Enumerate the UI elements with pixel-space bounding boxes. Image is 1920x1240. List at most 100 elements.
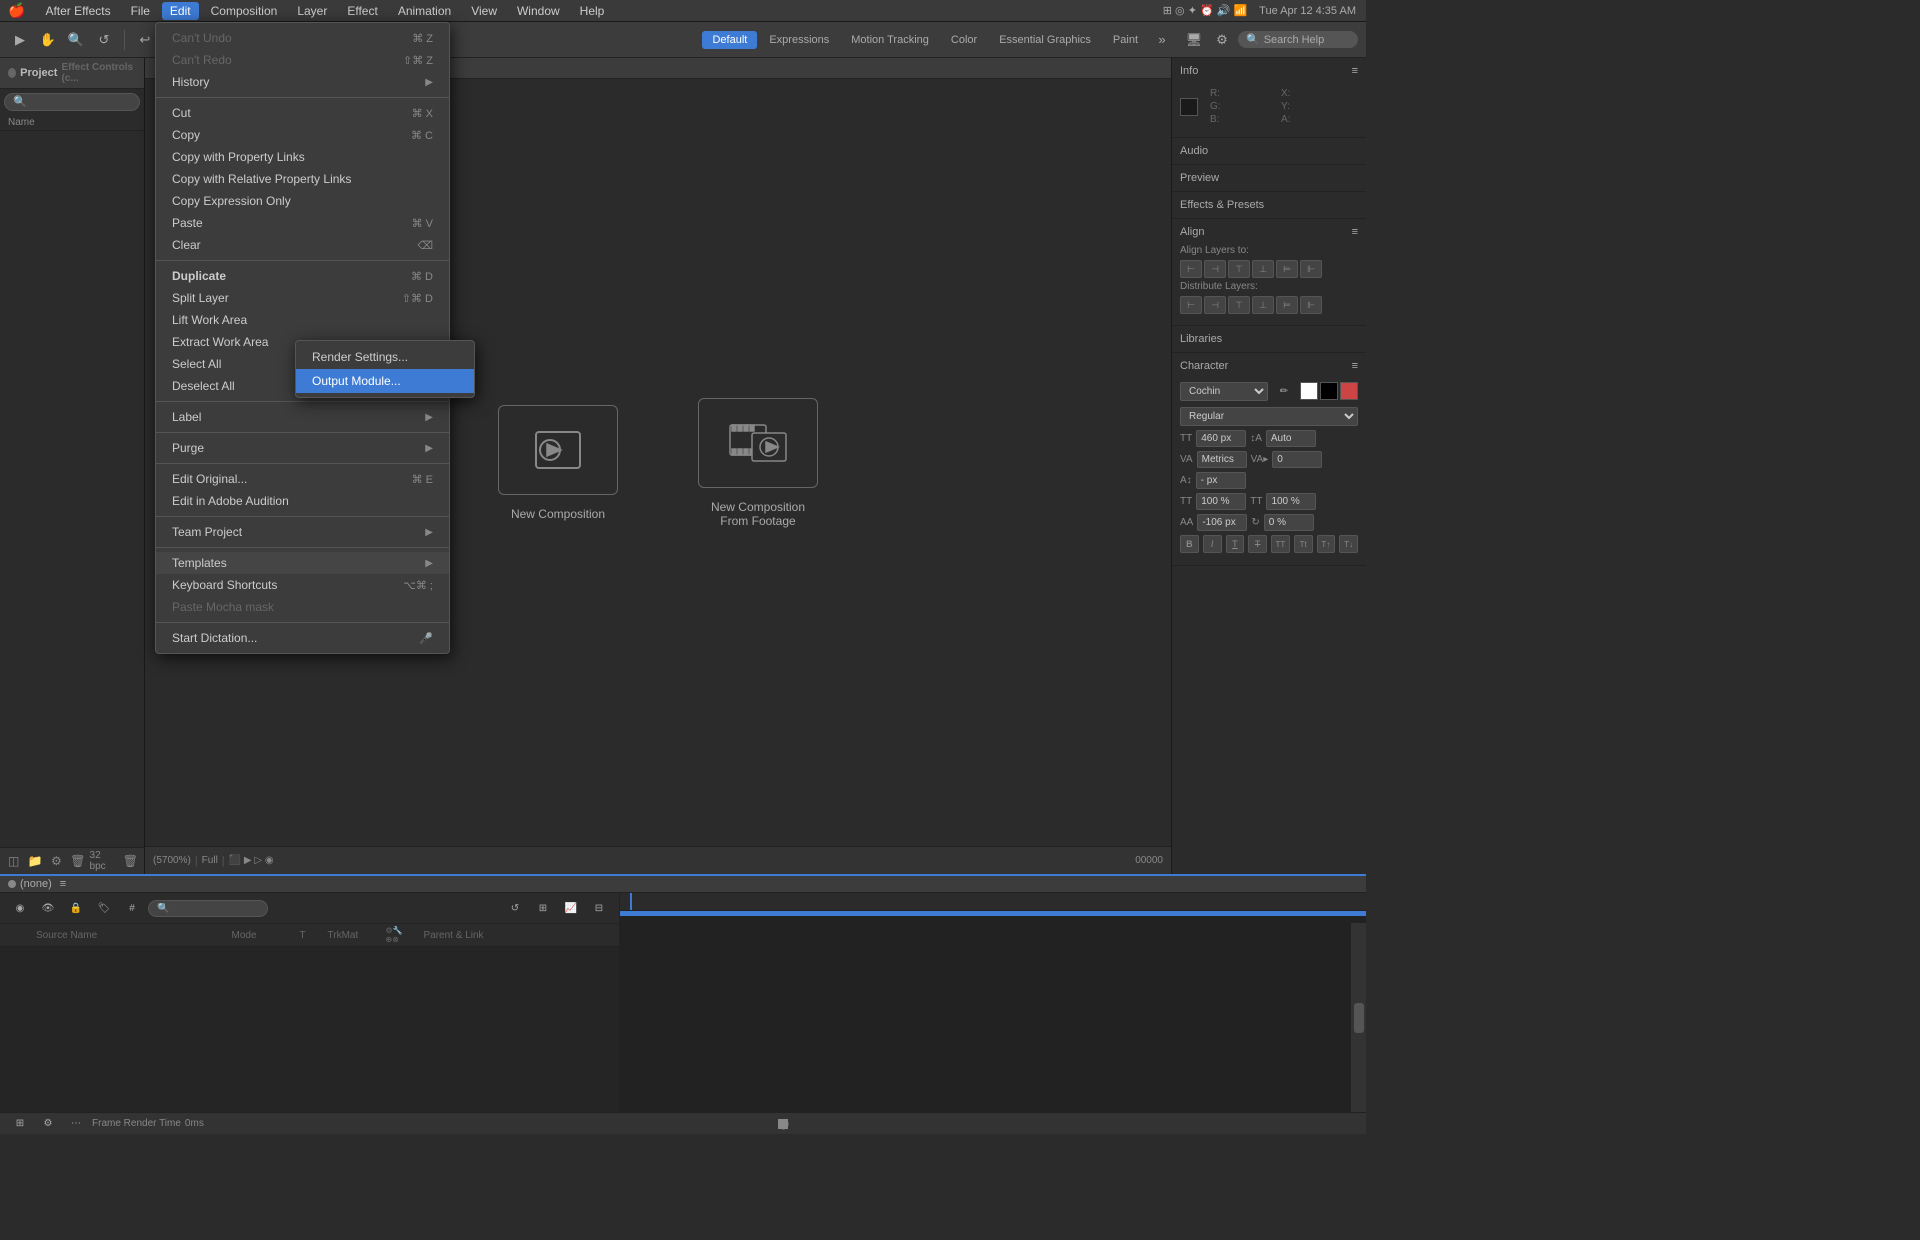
columns-icon[interactable]: ⊟ — [587, 896, 611, 920]
kerning-input[interactable] — [1197, 451, 1247, 468]
menu-templates[interactable]: Templates ▶ — [156, 552, 449, 574]
underline-btn[interactable]: T — [1226, 535, 1245, 553]
caps-btn[interactable]: TT — [1271, 535, 1290, 553]
dist-right-btn[interactable]: ⊤ — [1228, 296, 1250, 314]
undo-btn[interactable]: ↩ — [133, 28, 157, 52]
character-menu-icon[interactable]: ≡ — [1352, 360, 1358, 372]
project-trash-btn[interactable]: 🗑 — [121, 851, 140, 871]
menu-layer[interactable]: Layer — [289, 2, 335, 20]
dist-bottom-btn[interactable]: ⊩ — [1300, 296, 1322, 314]
tracking-input[interactable] — [1272, 451, 1322, 468]
font-size-input[interactable] — [1196, 430, 1246, 447]
settings2-icon[interactable]: ⚙ — [36, 1112, 60, 1136]
offset-input[interactable] — [1197, 514, 1247, 531]
effects-presets-header[interactable]: Effects & Presets — [1172, 196, 1366, 214]
strikethrough-btn[interactable]: T — [1248, 535, 1267, 553]
timeline-playhead[interactable] — [630, 893, 632, 910]
align-center-v-btn[interactable]: ⊨ — [1276, 260, 1298, 278]
menu-cut[interactable]: Cut ⌘ X — [156, 102, 449, 124]
menu-edit-original[interactable]: Edit Original... ⌘ E — [156, 468, 449, 490]
italic-btn[interactable]: I — [1203, 535, 1222, 553]
dist-center-v-btn[interactable]: ⊨ — [1276, 296, 1298, 314]
color-swatch[interactable] — [1180, 98, 1198, 116]
solo-icon[interactable]: ◉ — [8, 896, 32, 920]
project-folder-btn[interactable]: 📁 — [25, 851, 44, 871]
workspace-expressions[interactable]: Expressions — [759, 31, 839, 49]
dist-top-btn[interactable]: ⊥ — [1252, 296, 1274, 314]
arrow-tool-btn[interactable]: ▶ — [8, 28, 32, 52]
menu-edit-audition[interactable]: Edit in Adobe Audition — [156, 490, 449, 512]
workspace-default[interactable]: Default — [702, 31, 757, 49]
align-top-btn[interactable]: ⊥ — [1252, 260, 1274, 278]
accent-color-box[interactable] — [1340, 382, 1358, 400]
menu-copy-relative-property-links[interactable]: Copy with Relative Property Links — [156, 168, 449, 190]
menu-composition[interactable]: Composition — [203, 2, 286, 20]
dist-center-h-btn[interactable]: ⊣ — [1204, 296, 1226, 314]
menu-clear[interactable]: Clear ⌫ — [156, 234, 449, 256]
search-bar[interactable]: 🔍 Search Help — [1238, 31, 1358, 48]
menu-copy-expression-only[interactable]: Copy Expression Only — [156, 190, 449, 212]
workspace-motion-tracking[interactable]: Motion Tracking — [841, 31, 939, 49]
timeline-search-input[interactable] — [148, 900, 268, 917]
new-comp-from-footage-card[interactable]: New CompositionFrom Footage — [698, 398, 818, 528]
render-settings-item[interactable]: Render Settings... — [296, 345, 474, 369]
hand-tool-btn[interactable]: ✋ — [36, 28, 60, 52]
timeline-close-btn[interactable] — [8, 880, 16, 888]
menu-team-project[interactable]: Team Project ▶ — [156, 521, 449, 543]
small-caps-btn[interactable]: Tt — [1294, 535, 1313, 553]
menu-copy-property-links[interactable]: Copy with Property Links — [156, 146, 449, 168]
menu-paste[interactable]: Paste ⌘ V — [156, 212, 449, 234]
align-right-btn[interactable]: ⊤ — [1228, 260, 1250, 278]
shy-icon[interactable]: 👁 — [36, 896, 60, 920]
bold-btn[interactable]: B — [1180, 535, 1199, 553]
menu-copy[interactable]: Copy ⌘ C — [156, 124, 449, 146]
dist-left-btn[interactable]: ⊢ — [1180, 296, 1202, 314]
align-header[interactable]: Align ≡ — [1172, 223, 1366, 241]
rotate-input[interactable] — [1264, 514, 1314, 531]
resolution-select[interactable]: Full — [202, 855, 218, 866]
workspace-paint[interactable]: Paint — [1103, 31, 1148, 49]
align-left-btn[interactable]: ⊢ — [1180, 260, 1202, 278]
menu-split-layer[interactable]: Split Layer ⇧⌘ D — [156, 287, 449, 309]
menu-duplicate[interactable]: Duplicate ⌘ D — [156, 265, 449, 287]
menu-keyboard-shortcuts[interactable]: Keyboard Shortcuts ⌥⌘ ; — [156, 574, 449, 596]
leading-input[interactable] — [1266, 430, 1316, 447]
monitor-icon[interactable]: 🖥 — [1182, 28, 1206, 52]
render-icon[interactable]: ⊞ — [8, 1112, 32, 1136]
settings-icon[interactable]: ⚙ — [1210, 28, 1234, 52]
align-center-h-btn[interactable]: ⊣ — [1204, 260, 1226, 278]
dots-icon[interactable]: ⋯ — [64, 1112, 88, 1136]
rotate-tool-btn[interactable]: ↺ — [92, 28, 116, 52]
workspace-essential-graphics[interactable]: Essential Graphics — [989, 31, 1101, 49]
menu-window[interactable]: Window — [509, 2, 568, 20]
menu-history[interactable]: History ▶ — [156, 71, 449, 93]
menu-effect[interactable]: Effect — [339, 2, 385, 20]
menu-lift-work-area[interactable]: Lift Work Area — [156, 309, 449, 331]
menu-edit[interactable]: Edit — [162, 2, 199, 20]
menu-label[interactable]: Label ▶ — [156, 406, 449, 428]
menu-after-effects[interactable]: After Effects — [37, 2, 118, 20]
font-select[interactable]: Cochin — [1180, 382, 1268, 401]
libraries-header[interactable]: Libraries — [1172, 330, 1366, 348]
project-search-input[interactable] — [4, 93, 140, 111]
graphs-icon[interactable]: 📈 — [559, 896, 583, 920]
sub-btn[interactable]: T↓ — [1339, 535, 1358, 553]
timeline-scrollbar[interactable] — [1354, 1003, 1364, 1033]
expand-icon[interactable]: ⊞ — [531, 896, 555, 920]
menu-start-dictation[interactable]: Start Dictation... 🎤 — [156, 627, 449, 649]
panel-close-btn[interactable] — [8, 68, 16, 78]
effect-controls-tab[interactable]: Effect Controls (c... — [61, 62, 136, 84]
style-select[interactable]: Regular — [1180, 407, 1358, 426]
menu-purge[interactable]: Purge ▶ — [156, 437, 449, 459]
num-icon[interactable]: # — [120, 896, 144, 920]
menu-help[interactable]: Help — [572, 2, 613, 20]
preview-header[interactable]: Preview — [1172, 169, 1366, 187]
output-module-item[interactable]: Output Module... — [296, 369, 474, 393]
more-workspaces-btn[interactable]: » — [1150, 28, 1174, 52]
align-menu-icon[interactable]: ≡ — [1352, 226, 1358, 238]
project-settings-btn[interactable]: ⚙ — [47, 851, 66, 871]
label-icon[interactable]: 🏷 — [92, 896, 116, 920]
info-menu-icon[interactable]: ≡ — [1352, 65, 1358, 77]
character-header[interactable]: Character ≡ — [1172, 357, 1366, 375]
pencil-icon[interactable]: ✏ — [1272, 379, 1296, 403]
